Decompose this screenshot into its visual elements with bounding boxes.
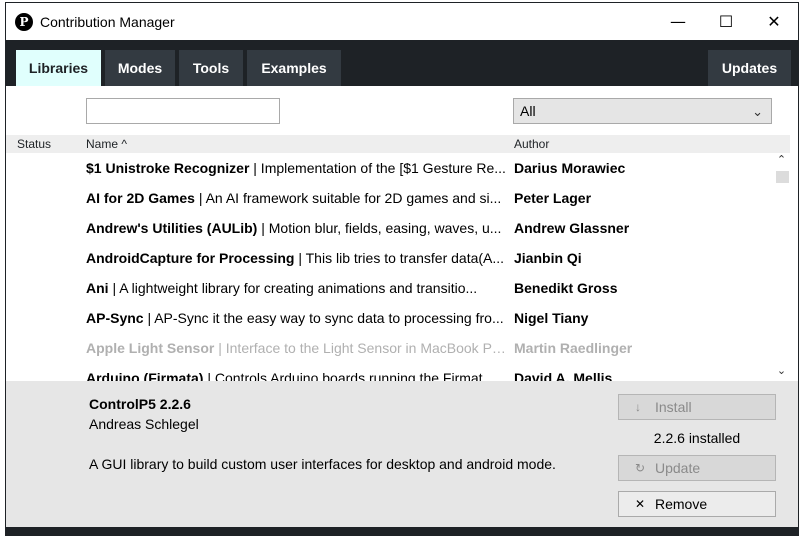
list-item[interactable]: $1 Unistroke Recognizer | Implementation… xyxy=(6,153,773,183)
list-item-description: | AP-Sync it the easy way to sync data t… xyxy=(143,310,504,326)
tab-bar: Libraries Modes Tools Examples Updates xyxy=(6,40,798,86)
list-item-author: Darius Morawiec xyxy=(514,160,626,176)
selected-library-description: A GUI library to build custom user inter… xyxy=(89,456,556,472)
list-item[interactable]: Arduino (Firmata) | Controls Arduino boa… xyxy=(6,363,773,381)
details-panel: ControlP5 2.2.6 Andreas Schlegel A GUI l… xyxy=(6,381,798,527)
column-header-row: Status Name ^ Author xyxy=(6,135,790,153)
tab-modes[interactable]: Modes xyxy=(105,50,175,86)
close-button[interactable]: ✕ xyxy=(750,3,798,40)
list-item-name: Andrew's Utilities (AULib) xyxy=(86,220,258,236)
installed-version-status: 2.2.6 installed xyxy=(653,430,741,446)
list-item[interactable]: Andrew's Utilities (AULib) | Motion blur… xyxy=(6,213,773,243)
list-item-name: AI for 2D Games xyxy=(86,190,195,206)
chevron-down-icon: ⌄ xyxy=(752,104,763,119)
remove-button-label: Remove xyxy=(655,496,708,512)
category-selected-value: All xyxy=(520,103,536,119)
list-item-author: Nigel Tiany xyxy=(514,310,589,326)
list-item-author: Jianbin Qi xyxy=(514,250,582,266)
selected-library-author: Andreas Schlegel xyxy=(89,416,199,432)
list-item[interactable]: Apple Light Sensor | Interface to the Li… xyxy=(6,333,773,363)
list-item-name: Ani xyxy=(86,280,109,296)
column-author[interactable]: Author xyxy=(514,137,549,151)
list-item-name: Arduino (Firmata) xyxy=(86,370,204,381)
column-status[interactable]: Status xyxy=(17,137,51,151)
maximize-button[interactable]: ☐ xyxy=(702,3,750,40)
list-item-description: | An AI framework suitable for 2D games … xyxy=(194,190,502,206)
list-item-name: Apple Light Sensor xyxy=(86,340,215,356)
tab-updates[interactable]: Updates xyxy=(708,50,791,86)
list-scrollbar[interactable]: ⌃ ⌄ xyxy=(773,153,790,381)
list-item-author: David A. Mellis xyxy=(514,370,613,381)
minimize-button[interactable]: — xyxy=(654,3,702,40)
list-item-author: Andrew Glassner xyxy=(514,220,630,236)
list-item-description: | Motion blur, fields, easing, waves, u.… xyxy=(257,220,502,236)
update-button[interactable]: ↻ Update xyxy=(618,455,776,481)
list-item-name: AndroidCapture for Processing xyxy=(86,250,295,266)
list-item[interactable]: AI for 2D Games | An AI framework suitab… xyxy=(6,183,773,213)
tab-libraries[interactable]: Libraries xyxy=(16,50,101,86)
download-arrow-icon: ↓ xyxy=(635,400,641,414)
list-item-name: $1 Unistroke Recognizer xyxy=(86,160,250,176)
scrollbar-thumb[interactable] xyxy=(776,171,789,183)
contribution-manager-window: P Contribution Manager — ☐ ✕ Libraries M… xyxy=(5,2,799,536)
library-list: $1 Unistroke Recognizer | Implementation… xyxy=(6,153,773,381)
processing-logo-icon: P xyxy=(15,12,33,31)
list-item-description: | Controls Arduino boards running the Fi… xyxy=(203,370,495,381)
list-item-description: | Interface to the Light Sensor in MacBo… xyxy=(214,340,506,356)
list-item-author: Benedikt Gross xyxy=(514,280,618,296)
category-dropdown[interactable]: All ⌄ xyxy=(513,98,772,124)
column-name[interactable]: Name ^ xyxy=(86,137,127,151)
close-x-icon: ✕ xyxy=(635,497,646,511)
list-item-name: AP-Sync xyxy=(86,310,144,326)
list-item-description: | This lib tries to transfer data(A... xyxy=(294,250,505,266)
list-item-author: Martin Raedlinger xyxy=(514,340,633,356)
list-item-description: | Implementation of the [$1 Gesture Re..… xyxy=(249,160,506,176)
tab-examples[interactable]: Examples xyxy=(247,50,341,86)
list-item[interactable]: AndroidCapture for Processing | This lib… xyxy=(6,243,773,273)
install-button[interactable]: ↓ Install xyxy=(618,394,776,420)
list-item-author: Peter Lager xyxy=(514,190,592,206)
scroll-down-arrow-icon[interactable]: ⌄ xyxy=(773,364,790,381)
library-list-panel: All ⌄ Status Name ^ Author $1 Unistroke … xyxy=(6,86,798,381)
install-button-label: Install xyxy=(655,399,692,415)
list-item-description: | A lightweight library for creating ani… xyxy=(108,280,478,296)
update-button-label: Update xyxy=(655,460,701,476)
refresh-icon: ↻ xyxy=(635,461,646,475)
list-item[interactable]: Ani | A lightweight library for creating… xyxy=(6,273,773,303)
list-item[interactable]: AP-Sync | AP-Sync it the easy way to syn… xyxy=(6,303,773,333)
window-title: Contribution Manager xyxy=(40,13,175,30)
search-input[interactable] xyxy=(86,98,280,124)
tab-tools[interactable]: Tools xyxy=(179,50,243,86)
title-bar: P Contribution Manager — ☐ ✕ xyxy=(6,3,798,40)
scroll-up-arrow-icon[interactable]: ⌃ xyxy=(773,153,790,170)
window-controls: — ☐ ✕ xyxy=(654,3,798,40)
remove-button[interactable]: ✕ Remove xyxy=(618,491,776,517)
selected-library-name: ControlP5 2.2.6 xyxy=(89,396,191,412)
